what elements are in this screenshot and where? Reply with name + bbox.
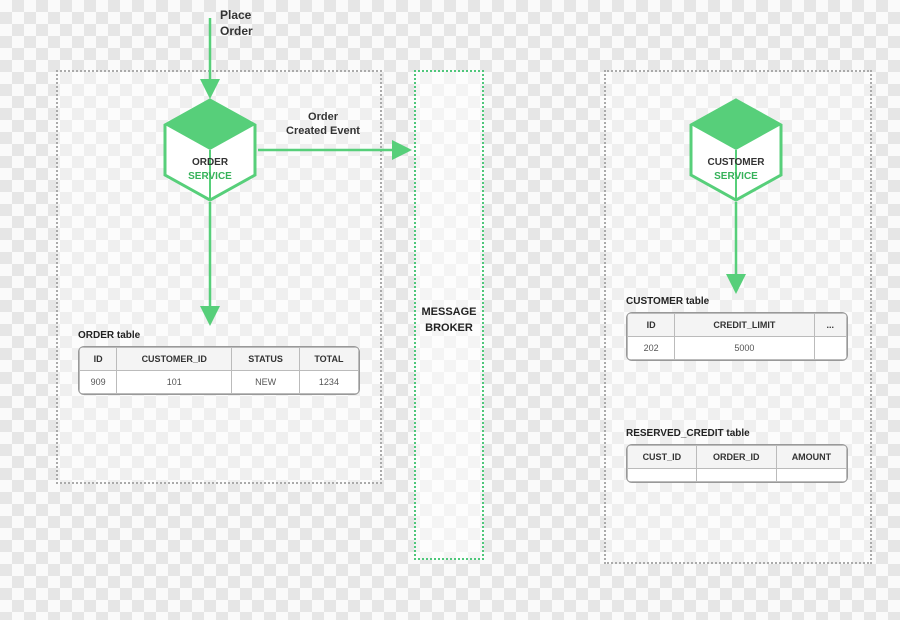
order-service-hexagon: ORDER SERVICE bbox=[170, 156, 250, 183]
customer-service-sub: SERVICE bbox=[714, 171, 758, 182]
order-col-status: STATUS bbox=[232, 348, 300, 371]
customer-service-hexagon: CUSTOMER SERVICE bbox=[696, 156, 776, 183]
order-col-id: ID bbox=[80, 348, 117, 371]
reserved-credit-row bbox=[628, 469, 847, 482]
customer-table-row: 202 5000 bbox=[628, 337, 847, 360]
order-service-name: ORDER bbox=[192, 157, 228, 168]
order-service-sub: SERVICE bbox=[188, 171, 232, 182]
order-col-total: TOTAL bbox=[299, 348, 358, 371]
order-col-customerid: CUSTOMER_ID bbox=[117, 348, 232, 371]
diagram-svg bbox=[0, 0, 900, 620]
cust-col-credit: CREDIT_LIMIT bbox=[675, 314, 814, 337]
cust-col-etc: ... bbox=[814, 314, 846, 337]
res-col-amount: AMOUNT bbox=[776, 446, 846, 469]
customer-table-title: CUSTOMER table bbox=[626, 296, 709, 307]
customer-service-name: CUSTOMER bbox=[707, 157, 764, 168]
customer-table: ID CREDIT_LIMIT ... 202 5000 bbox=[626, 312, 848, 361]
cust-col-id: ID bbox=[628, 314, 675, 337]
order-table-row: 909 101 NEW 1234 bbox=[80, 371, 359, 394]
reserved-credit-title: RESERVED_CREDIT table bbox=[626, 428, 750, 439]
res-col-custid: CUST_ID bbox=[628, 446, 697, 469]
res-col-orderid: ORDER_ID bbox=[696, 446, 776, 469]
order-table-title: ORDER table bbox=[78, 330, 140, 341]
order-table: ID CUSTOMER_ID STATUS TOTAL 909 101 NEW … bbox=[78, 346, 360, 395]
reserved-credit-table: CUST_ID ORDER_ID AMOUNT bbox=[626, 444, 848, 483]
